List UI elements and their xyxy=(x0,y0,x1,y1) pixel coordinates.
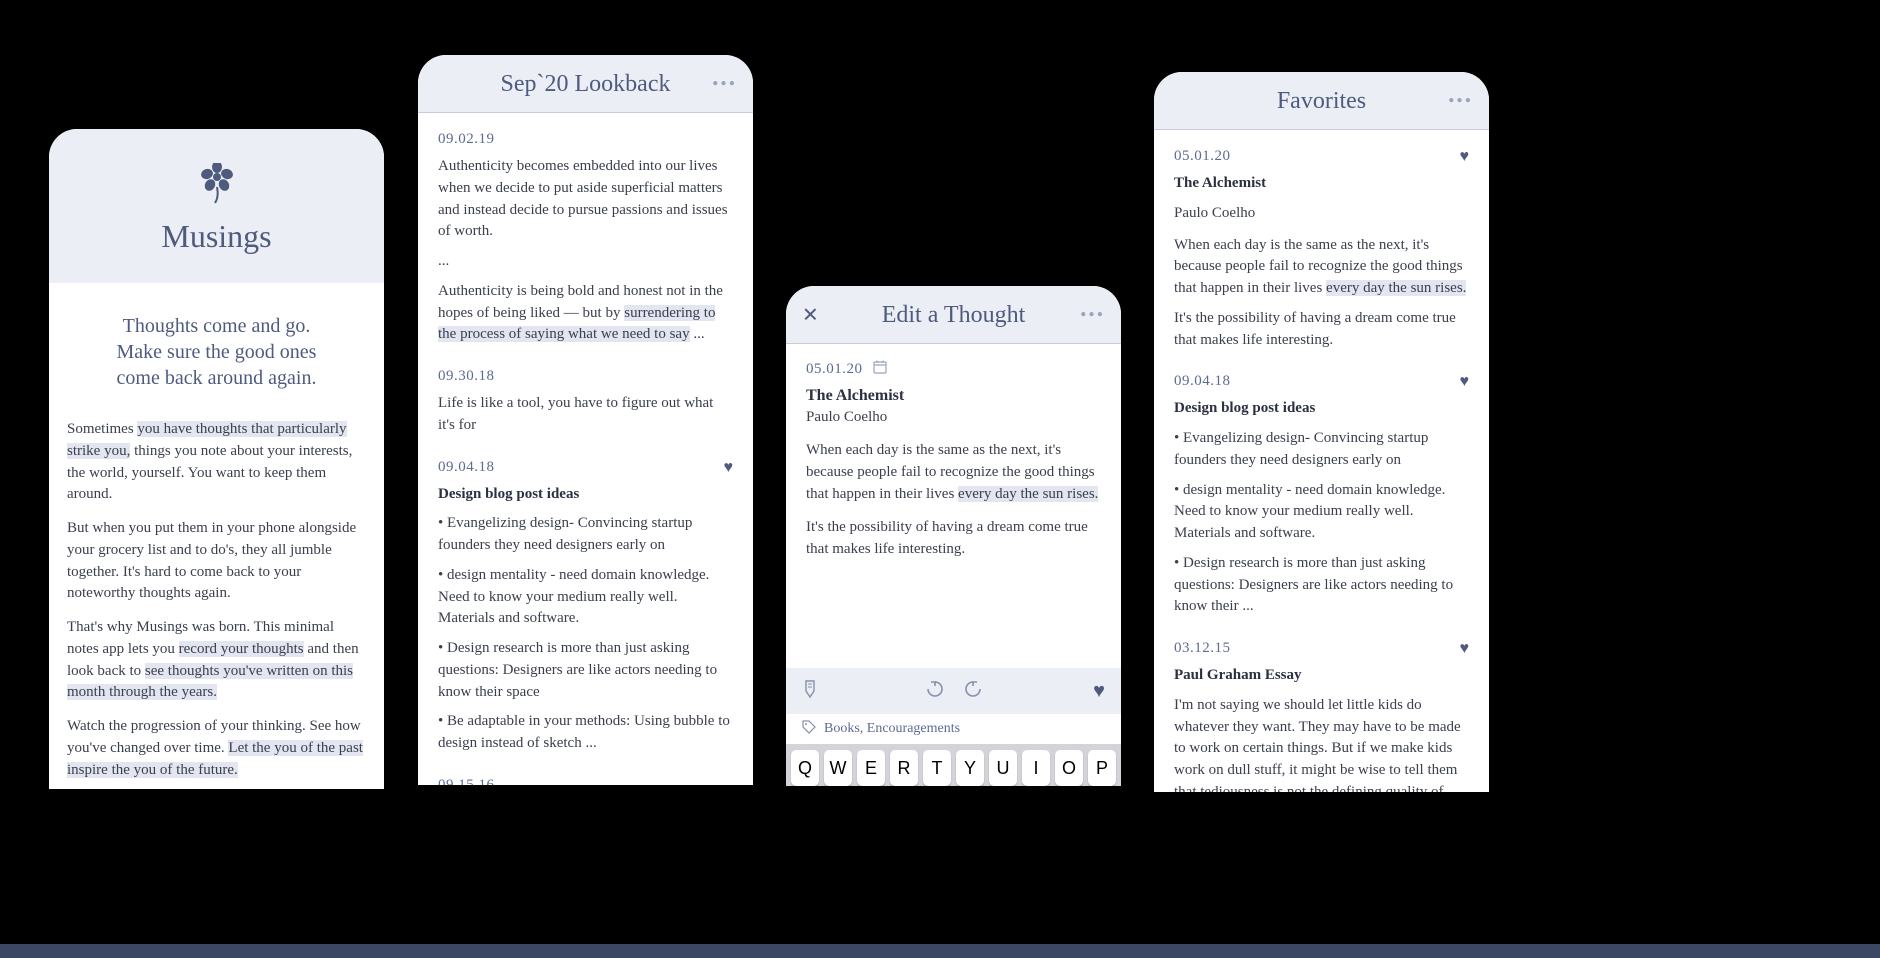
keyboard[interactable]: QWERTYUIOP xyxy=(786,744,1121,786)
heart-icon[interactable]: ♥ xyxy=(1460,640,1470,658)
keyboard-key[interactable]: Q xyxy=(791,750,819,786)
favorite-heart-icon[interactable]: ♥ xyxy=(1093,680,1105,703)
edit-thought-screen: ✕ Edit a Thought ••• 05.01.20 The Alchem… xyxy=(786,286,1121,786)
keyboard-key[interactable]: E xyxy=(857,750,885,786)
brand-title: Musings xyxy=(69,218,364,255)
blurb-line: Make sure the good ones xyxy=(117,341,317,363)
keyboard-key[interactable]: U xyxy=(989,750,1017,786)
entry-date: 09.15.16 xyxy=(438,777,733,785)
entry[interactable]: 09.15.16 Patience Appreciation for life'… xyxy=(438,777,733,785)
tags-row[interactable]: Books, Encouragements xyxy=(786,714,1121,744)
calendar-icon[interactable] xyxy=(873,360,887,379)
lookback-screen: Sep`20 Lookback ••• 09.02.19 Authenticit… xyxy=(418,55,753,785)
heart-icon[interactable]: ♥ xyxy=(724,459,734,477)
musings-welcome-screen: Musings Thoughts come and go. Make sure t… xyxy=(49,129,384,789)
header: Favorites ••• xyxy=(1154,72,1489,130)
header: Sep`20 Lookback ••• xyxy=(418,55,753,113)
keyboard-key[interactable]: T xyxy=(923,750,951,786)
editor-toolbar: ♥ xyxy=(786,668,1121,714)
keyboard-key[interactable]: P xyxy=(1088,750,1116,786)
blurb: Thoughts come and go. Make sure the good … xyxy=(49,283,384,407)
entry[interactable]: 09.30.18 Life is like a tool, you have t… xyxy=(438,368,733,437)
keyboard-key[interactable]: O xyxy=(1055,750,1083,786)
keyboard-key[interactable]: Y xyxy=(956,750,984,786)
page-title: Sep`20 Lookback xyxy=(501,71,671,98)
highlighter-icon[interactable] xyxy=(802,679,818,704)
entry-date: 09.04.18 xyxy=(1174,373,1469,390)
entry-date: 03.12.15 xyxy=(1174,640,1469,657)
entry-date[interactable]: 05.01.20 xyxy=(806,361,863,378)
heart-icon[interactable]: ♥ xyxy=(1460,148,1470,166)
entry-date: 05.01.20 xyxy=(1174,148,1469,165)
thought-author[interactable]: Paulo Coelho xyxy=(806,409,1101,426)
keyboard-key[interactable]: W xyxy=(824,750,852,786)
tag-icon xyxy=(802,720,816,739)
thought-title[interactable]: The Alchemist xyxy=(806,387,1101,405)
undo-icon[interactable] xyxy=(925,679,945,704)
entry[interactable]: ♥ 05.01.20 The Alchemist Paulo Coelho Wh… xyxy=(1174,148,1469,351)
blurb-line: Thoughts come and go. xyxy=(123,315,311,337)
redo-icon[interactable] xyxy=(963,679,983,704)
more-icon[interactable]: ••• xyxy=(1448,90,1473,111)
favorites-list[interactable]: ♥ 05.01.20 The Alchemist Paulo Coelho Wh… xyxy=(1154,130,1489,792)
more-icon[interactable]: ••• xyxy=(1080,304,1105,325)
entry[interactable]: ♥ 03.12.15 Paul Graham Essay I'm not say… xyxy=(1174,640,1469,792)
flower-icon xyxy=(69,163,364,210)
hero: Musings xyxy=(49,129,384,283)
editor[interactable]: 05.01.20 The Alchemist Paulo Coelho When… xyxy=(786,344,1121,589)
entry[interactable]: 09.02.19 Authenticity becomes embedded i… xyxy=(438,131,733,346)
favorites-screen: Favorites ••• ♥ 05.01.20 The Alchemist P… xyxy=(1154,72,1489,792)
header: ✕ Edit a Thought ••• xyxy=(786,286,1121,344)
more-icon[interactable]: ••• xyxy=(712,73,737,94)
page-title: Edit a Thought xyxy=(882,302,1026,329)
close-icon[interactable]: ✕ xyxy=(802,302,819,327)
blurb-line: come back around again. xyxy=(117,367,317,389)
entry[interactable]: ♥ 09.04.18 Design blog post ideas • Evan… xyxy=(438,459,733,755)
keyboard-key[interactable]: I xyxy=(1022,750,1050,786)
bottom-bar xyxy=(0,944,1880,958)
entry-date: 09.04.18 xyxy=(438,459,733,476)
entry[interactable]: ♥ 09.04.18 Design blog post ideas • Evan… xyxy=(1174,373,1469,618)
entries-list[interactable]: 09.02.19 Authenticity becomes embedded i… xyxy=(418,113,753,785)
entry-date: 09.02.19 xyxy=(438,131,733,148)
tags-text[interactable]: Books, Encouragements xyxy=(824,721,960,737)
entry-date: 09.30.18 xyxy=(438,368,733,385)
welcome-body: Sometimes you have thoughts that particu… xyxy=(49,407,384,789)
heart-icon[interactable]: ♥ xyxy=(1460,373,1470,391)
keyboard-key[interactable]: R xyxy=(890,750,918,786)
thought-body[interactable]: When each day is the same as the next, i… xyxy=(806,440,1101,561)
page-title: Favorites xyxy=(1277,88,1366,115)
